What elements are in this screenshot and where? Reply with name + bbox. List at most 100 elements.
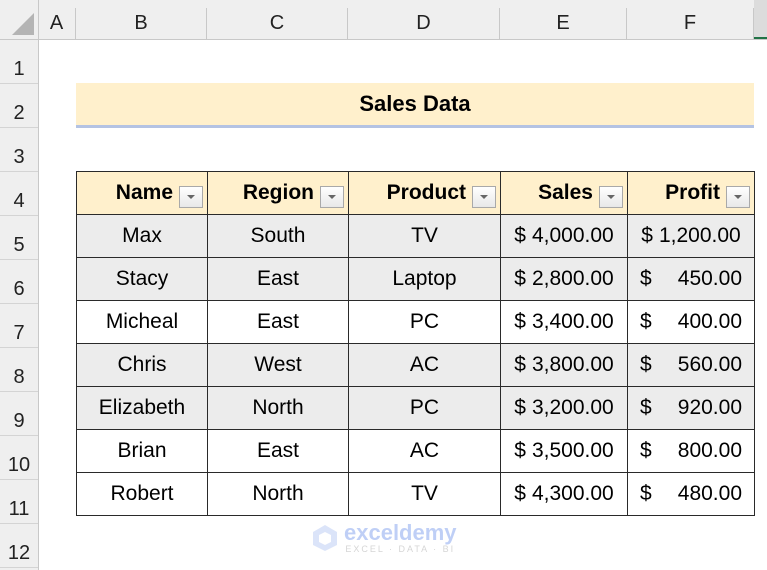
amount: 3,200.00 [531,396,614,419]
row-header-4[interactable]: 4 [0,172,38,216]
column-header-sales[interactable]: Sales [500,171,628,215]
cell-product[interactable]: TV [348,214,501,258]
row-header-8[interactable]: 8 [0,348,38,392]
cell-name[interactable]: Robert [76,472,208,516]
cell-profit[interactable]: $480.00 [627,472,755,516]
row-header-5[interactable]: 5 [0,216,38,260]
profit-value: $480.00 [628,482,754,506]
cell-product[interactable]: AC [348,429,501,473]
column-header-e[interactable]: E [500,8,627,39]
filter-dropdown-button[interactable] [320,186,344,208]
column-header-c[interactable]: C [207,8,348,39]
column-header-b[interactable]: B [76,8,207,39]
column-header-region[interactable]: Region [207,171,349,215]
row-header-9[interactable]: 9 [0,392,38,436]
exceldemy-logo-icon [313,525,337,551]
currency-symbol: $ [514,310,526,333]
row-header-6[interactable]: 6 [0,260,38,304]
cell-product[interactable]: PC [348,386,501,430]
currency-symbol: $ [640,267,652,290]
column-header-d[interactable]: D [348,8,500,39]
sales-value: $3,200.00 [501,396,627,420]
cell-name[interactable]: Max [76,214,208,258]
amount: 3,500.00 [531,439,614,462]
table-header-row: Name Region Product Sales Profit [76,171,755,215]
select-all-button[interactable] [0,0,39,39]
currency-symbol: $ [514,396,526,419]
cell-product[interactable]: Laptop [348,257,501,301]
profit-value: $400.00 [628,310,754,334]
column-header-name[interactable]: Name [76,171,208,215]
filter-dropdown-button[interactable] [726,186,750,208]
sales-value: $4,000.00 [501,224,627,248]
row-header-bar: 1 2 3 4 5 6 7 8 9 10 11 12 [0,40,39,570]
filter-dropdown-button[interactable] [472,186,496,208]
cell-product[interactable]: PC [348,300,501,344]
cell-region[interactable]: North [207,472,349,516]
cell-sales[interactable]: $3,400.00 [500,300,628,344]
dropdown-arrow-icon [607,195,615,199]
column-label: Sales [538,181,593,204]
amount: 2,800.00 [531,267,614,290]
watermark-tagline: EXCEL · DATA · BI [345,544,456,554]
cell-profit[interactable]: $450.00 [627,257,755,301]
cell-profit[interactable]: $920.00 [627,386,755,430]
column-header-f[interactable]: F [627,8,754,39]
cell-region[interactable]: South [207,214,349,258]
cell-region[interactable]: North [207,386,349,430]
row-header-2[interactable]: 2 [0,84,38,128]
column-label: Name [115,181,173,204]
cell-profit[interactable]: $800.00 [627,429,755,473]
amount: 920.00 [677,396,742,419]
column-header-a[interactable]: A [38,8,76,39]
row-header-1[interactable]: 1 [0,40,38,84]
sales-value: $2,800.00 [501,267,627,291]
cell-name[interactable]: Chris [76,343,208,387]
column-label: Profit [665,181,720,204]
cell-name[interactable]: Elizabeth [76,386,208,430]
table-row: Micheal East PC $3,400.00 $400.00 [76,300,755,344]
cell-name[interactable]: Micheal [76,300,208,344]
row-header-12[interactable]: 12 [0,524,38,568]
filter-dropdown-button[interactable] [179,186,203,208]
cell-region[interactable]: East [207,300,349,344]
cell-sales[interactable]: $3,200.00 [500,386,628,430]
column-header-product[interactable]: Product [348,171,501,215]
cell-product[interactable]: AC [348,343,501,387]
sheet-title-cell[interactable]: Sales Data [76,83,754,128]
cell-sales[interactable]: $4,300.00 [500,472,628,516]
header-cell-content: Profit [628,178,754,208]
header-cell-content: Region [208,178,348,208]
filter-dropdown-button[interactable] [599,186,623,208]
dropdown-arrow-icon [480,195,488,199]
cell-product[interactable]: TV [348,472,501,516]
cell-region[interactable]: East [207,257,349,301]
row-header-7[interactable]: 7 [0,304,38,348]
cell-sales[interactable]: $3,500.00 [500,429,628,473]
row-header-11[interactable]: 11 [0,480,38,524]
currency-symbol: $ [640,396,652,419]
header-cell-content: Name [77,178,207,208]
cell-name[interactable]: Stacy [76,257,208,301]
cell-sales[interactable]: $4,000.00 [500,214,628,258]
amount: 4,000.00 [531,224,614,247]
currency-symbol: $ [640,482,652,505]
table-row: Stacy East Laptop $2,800.00 $450.00 [76,257,755,301]
cell-region[interactable]: West [207,343,349,387]
amount: 4,300.00 [531,482,614,505]
amount: 3,400.00 [531,310,614,333]
header-cell-content: Product [349,178,500,208]
column-header-profit[interactable]: Profit [627,171,755,215]
sales-value: $3,400.00 [501,310,627,334]
cell-profit[interactable]: $1,200.00 [627,214,755,258]
row-header-3[interactable]: 3 [0,128,38,172]
row-header-10[interactable]: 10 [0,436,38,480]
cell-name[interactable]: Brian [76,429,208,473]
cell-region[interactable]: East [207,429,349,473]
cell-sales[interactable]: $2,800.00 [500,257,628,301]
column-header-g-partial[interactable] [754,0,767,39]
cell-profit[interactable]: $400.00 [627,300,755,344]
cell-profit[interactable]: $560.00 [627,343,755,387]
cell-sales[interactable]: $3,800.00 [500,343,628,387]
amount: 800.00 [677,439,742,462]
